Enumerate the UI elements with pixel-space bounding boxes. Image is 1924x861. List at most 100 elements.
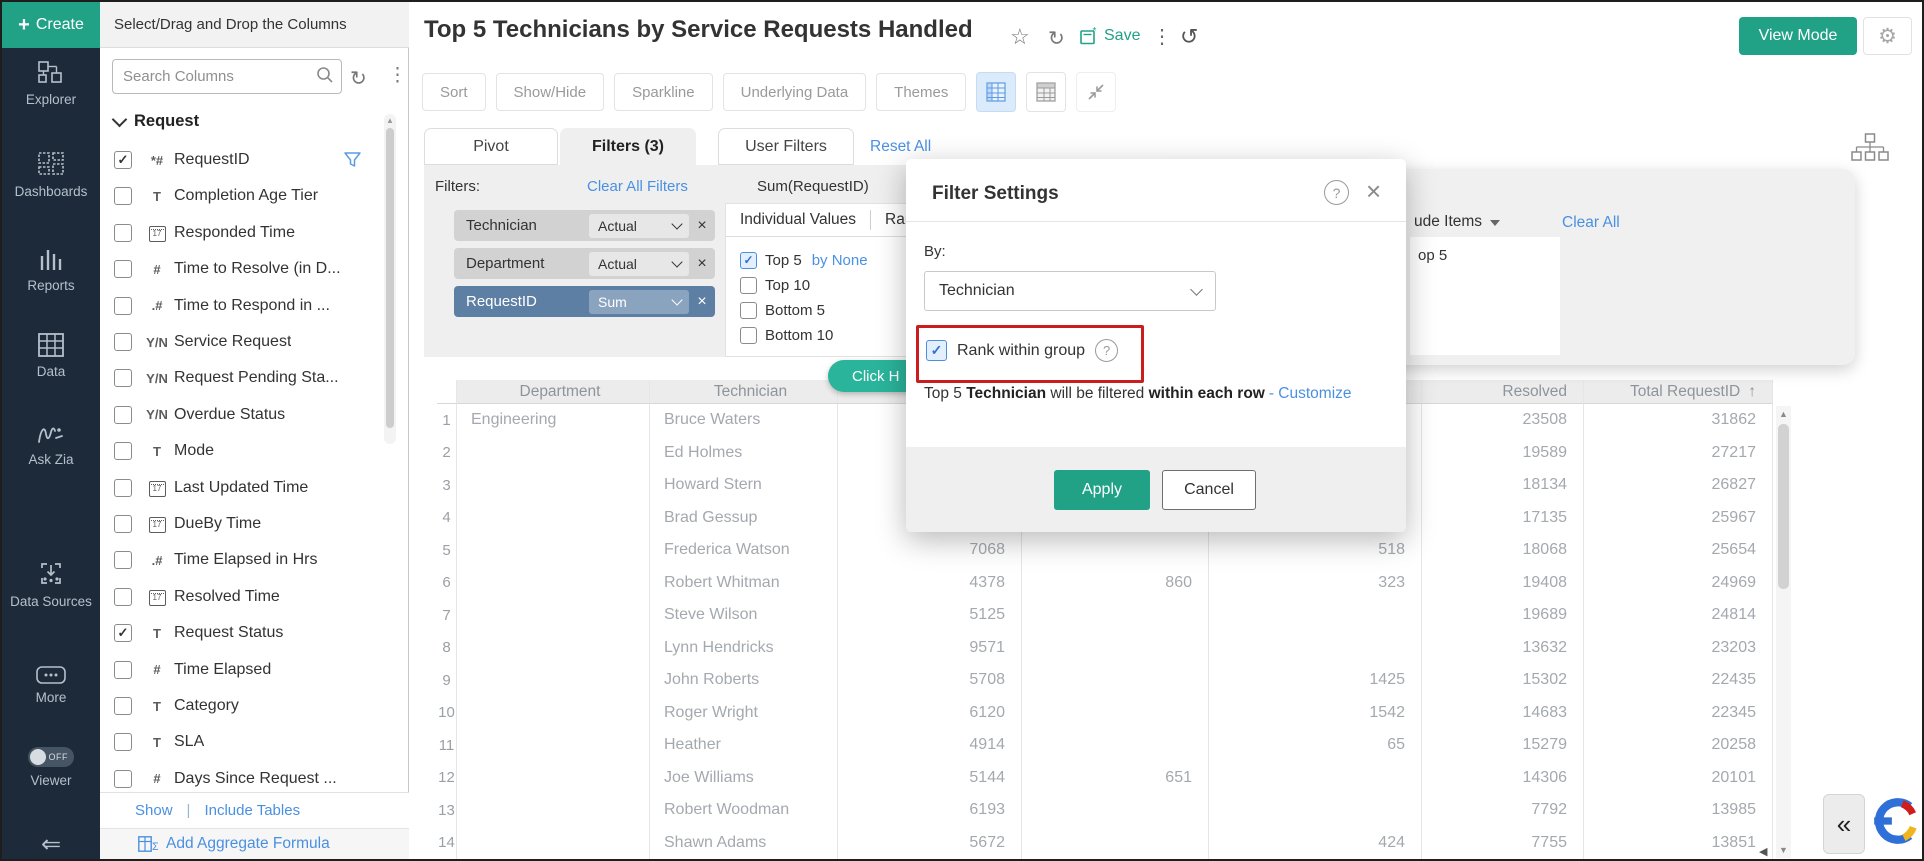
add-aggregate-formula-link[interactable]: Σ Add Aggregate Formula bbox=[100, 828, 409, 859]
by-none-link[interactable]: by None bbox=[812, 252, 868, 269]
field-checkbox[interactable] bbox=[114, 697, 132, 715]
table-vertical-scrollbar[interactable]: ▲ ▼ bbox=[1776, 406, 1791, 858]
horizontal-scroll-arrow-icon[interactable]: ◀ bbox=[1759, 845, 1767, 858]
scrollbar-thumb[interactable] bbox=[1778, 424, 1789, 589]
sort-ascending-icon[interactable]: ↑ bbox=[1748, 383, 1756, 401]
field-checkbox[interactable] bbox=[114, 733, 132, 751]
rank-option-top-5[interactable]: Top 5by None bbox=[740, 249, 868, 271]
reset-all-link[interactable]: Reset All bbox=[870, 138, 931, 156]
field-row[interactable]: TRequest Status bbox=[100, 615, 409, 651]
sidebar-item-more[interactable]: More bbox=[2, 666, 100, 706]
field-row[interactable]: TCategory bbox=[100, 688, 409, 724]
save-button[interactable]: * Save bbox=[1080, 27, 1140, 45]
undo-icon[interactable]: ↺ bbox=[1180, 24, 1198, 50]
include-tables-link[interactable]: Include Tables bbox=[204, 802, 300, 819]
tab-user-filters[interactable]: User Filters bbox=[718, 128, 854, 165]
field-row[interactable]: TCompletion Age Tier bbox=[100, 178, 409, 214]
scroll-up-icon[interactable]: ▲ bbox=[384, 116, 396, 125]
field-row[interactable]: 17Resolved Time bbox=[100, 579, 409, 615]
field-checkbox[interactable] bbox=[114, 297, 132, 315]
field-checkbox[interactable] bbox=[114, 151, 132, 169]
summary-view-icon[interactable] bbox=[1026, 72, 1066, 112]
refresh-report-icon[interactable]: ↻ bbox=[1048, 26, 1065, 51]
scrollbar-thumb[interactable] bbox=[386, 128, 394, 428]
viewer-toggle-item[interactable]: OFF Viewer bbox=[2, 747, 100, 789]
pivot-view-icon[interactable] bbox=[976, 72, 1016, 112]
include-clear-all-link[interactable]: Clear All bbox=[1562, 214, 1620, 232]
close-icon[interactable]: × bbox=[1366, 176, 1381, 207]
field-row[interactable]: #Time to Resolve (in D... bbox=[100, 251, 409, 287]
more-options-icon[interactable]: ⋮ bbox=[388, 64, 408, 87]
column-panel-scrollbar[interactable]: ▲ bbox=[384, 114, 396, 444]
customize-link[interactable]: - Customize bbox=[1269, 385, 1352, 402]
collapse-view-icon[interactable] bbox=[1076, 72, 1116, 112]
filter-funnel-icon[interactable] bbox=[344, 151, 361, 173]
remove-chip-icon[interactable]: × bbox=[689, 217, 715, 235]
rank-within-group-option[interactable]: Rank within group ? bbox=[926, 339, 1118, 362]
collapse-panel-button[interactable]: « bbox=[1823, 794, 1865, 854]
chip-aggregate-dropdown[interactable]: Sum bbox=[589, 290, 689, 314]
kebab-menu-icon[interactable]: ⋮ bbox=[1152, 24, 1172, 49]
tab-individual-values[interactable]: Individual Values bbox=[726, 211, 870, 229]
sidebar-item-data[interactable]: Data bbox=[2, 332, 100, 380]
field-row[interactable]: 17Last Updated Time bbox=[100, 470, 409, 506]
scroll-up-icon[interactable]: ▲ bbox=[1776, 409, 1791, 419]
field-row[interactable]: .#Time Elapsed in Hrs bbox=[100, 542, 409, 578]
field-checkbox[interactable] bbox=[114, 406, 132, 424]
field-row[interactable]: Y/NOverdue Status bbox=[100, 397, 409, 433]
remove-chip-icon[interactable]: × bbox=[689, 293, 715, 311]
include-items-listbox[interactable]: op 5 bbox=[1410, 237, 1560, 355]
viewer-toggle[interactable]: OFF bbox=[28, 747, 74, 767]
toolbar-button-sort[interactable]: Sort bbox=[422, 73, 486, 111]
field-checkbox[interactable] bbox=[114, 624, 132, 642]
field-checkbox[interactable] bbox=[114, 661, 132, 679]
settings-gear-icon[interactable]: ⚙ bbox=[1863, 17, 1912, 55]
clear-all-filters-link[interactable]: Clear All Filters bbox=[587, 178, 688, 195]
tab-filters[interactable]: Filters (3) bbox=[560, 128, 696, 165]
field-row[interactable]: .#Time to Respond in ... bbox=[100, 288, 409, 324]
section-request[interactable]: Request bbox=[114, 112, 199, 131]
filter-chip-department[interactable]: DepartmentActual× bbox=[454, 248, 715, 279]
field-checkbox[interactable] bbox=[114, 551, 132, 569]
sidebar-item-explorer[interactable]: Explorer bbox=[2, 60, 100, 108]
sidebar-item-reports[interactable]: Reports bbox=[2, 246, 100, 294]
filter-chip-technician[interactable]: TechnicianActual× bbox=[454, 210, 715, 241]
table-header-total-requestid[interactable]: Total RequestID↑ bbox=[1584, 380, 1773, 404]
toolbar-button-underlying-data[interactable]: Underlying Data bbox=[723, 73, 867, 111]
refresh-columns-icon[interactable]: ↻ bbox=[350, 66, 367, 91]
field-checkbox[interactable] bbox=[114, 187, 132, 205]
help-icon[interactable]: ? bbox=[1324, 180, 1349, 205]
field-checkbox[interactable] bbox=[114, 588, 132, 606]
field-checkbox[interactable] bbox=[114, 770, 132, 788]
by-field-select[interactable]: Technician bbox=[924, 271, 1216, 311]
sidebar-item-data-sources[interactable]: Data Sources bbox=[2, 560, 100, 610]
sidebar-collapse-icon[interactable]: ⇐ bbox=[2, 830, 100, 859]
chip-aggregate-dropdown[interactable]: Actual bbox=[589, 214, 689, 238]
create-button[interactable]: + Create bbox=[2, 2, 100, 48]
field-row[interactable]: Y/NRequest Pending Sta... bbox=[100, 360, 409, 396]
filter-chip-requestid[interactable]: RequestIDSum× bbox=[454, 286, 715, 317]
search-input[interactable] bbox=[112, 59, 342, 94]
cancel-button[interactable]: Cancel bbox=[1162, 470, 1256, 510]
field-row[interactable]: #Time Elapsed bbox=[100, 652, 409, 688]
chip-aggregate-dropdown[interactable]: Actual bbox=[589, 252, 689, 276]
field-checkbox[interactable] bbox=[114, 442, 132, 460]
field-checkbox[interactable] bbox=[114, 479, 132, 497]
field-row[interactable]: Y/NService Request bbox=[100, 324, 409, 360]
field-row[interactable]: 17DueBy Time bbox=[100, 506, 409, 542]
table-header-technician[interactable]: Technician bbox=[650, 380, 838, 404]
rank-option-checkbox[interactable] bbox=[740, 277, 757, 294]
table-header-department[interactable]: Department bbox=[457, 380, 650, 404]
field-checkbox[interactable] bbox=[114, 224, 132, 242]
field-row[interactable]: *#RequestID bbox=[100, 142, 409, 178]
toolbar-button-sparkline[interactable]: Sparkline bbox=[614, 73, 713, 111]
scroll-down-icon[interactable]: ▼ bbox=[1776, 845, 1791, 855]
sidebar-item-ask-zia[interactable]: Ask Zia bbox=[2, 422, 100, 468]
show-link[interactable]: Show bbox=[135, 802, 173, 819]
hierarchy-tree-icon[interactable] bbox=[1851, 133, 1889, 166]
field-row[interactable]: TMode bbox=[100, 433, 409, 469]
remove-chip-icon[interactable]: × bbox=[689, 255, 715, 273]
field-checkbox[interactable] bbox=[114, 515, 132, 533]
rank-option-checkbox[interactable] bbox=[740, 252, 757, 269]
view-mode-button[interactable]: View Mode bbox=[1739, 17, 1857, 55]
